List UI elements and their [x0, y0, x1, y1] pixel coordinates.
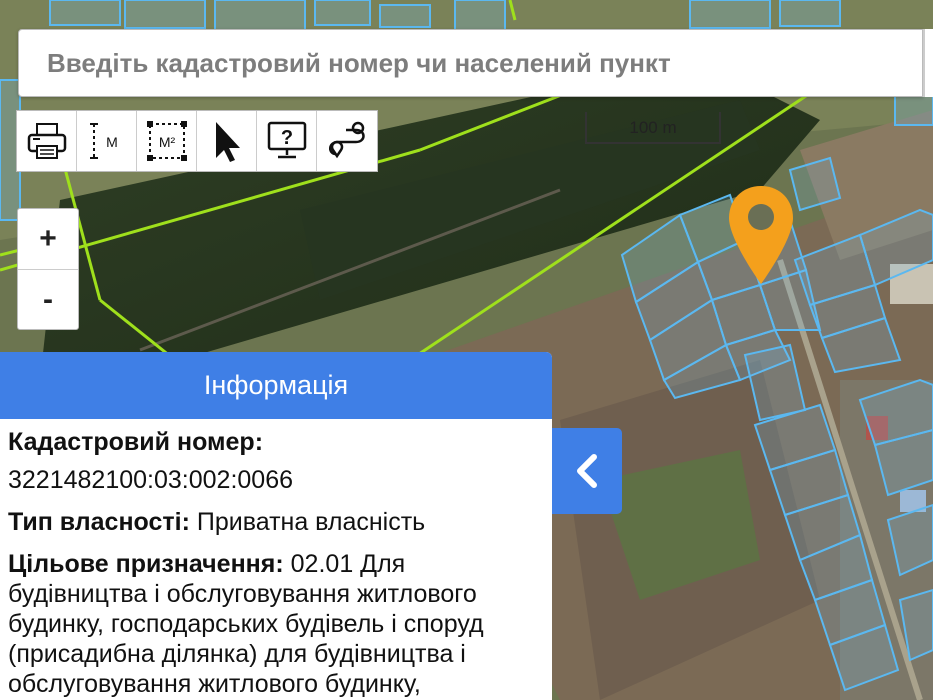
info-panel-title: Інформація: [0, 352, 552, 419]
search-bar: [18, 29, 923, 97]
map-toolbar: М М² ?: [16, 110, 378, 172]
cursor-arrow-icon: [215, 122, 240, 162]
search-input[interactable]: [19, 30, 922, 96]
measure-distance-button[interactable]: М: [77, 111, 137, 171]
cadastral-number-label: Кадастровий номер:: [8, 428, 264, 456]
help-button[interactable]: ?: [257, 111, 317, 171]
select-tool-button[interactable]: [197, 111, 257, 171]
route-button[interactable]: [317, 111, 377, 171]
ownership-type-value: Приватна власність: [196, 508, 426, 536]
help-monitor-icon: ?: [267, 121, 306, 159]
zoom-out-button[interactable]: -: [18, 270, 78, 330]
route-icon: [329, 121, 365, 159]
measure-area-button[interactable]: М²: [137, 111, 197, 171]
search-button[interactable]: [923, 29, 933, 97]
scale-bar: 100 m: [585, 112, 721, 144]
printer-icon: [27, 123, 66, 159]
svg-text:?: ?: [280, 127, 292, 149]
svg-text:М: М: [106, 134, 118, 150]
print-button[interactable]: [17, 111, 77, 171]
svg-text:М²: М²: [158, 134, 175, 150]
ownership-type-label: Тип власності:: [8, 508, 190, 536]
collapse-panel-button[interactable]: [552, 428, 622, 514]
zoom-control: + -: [17, 208, 79, 330]
info-panel: Інформація Кадастровий номер: 3221482100…: [0, 352, 552, 700]
location-pin-icon[interactable]: [727, 184, 795, 288]
info-panel-body: Кадастровий номер: 3221482100:03:002:006…: [0, 419, 552, 699]
measure-distance-icon: М: [89, 123, 118, 159]
zoom-in-button[interactable]: +: [18, 209, 78, 270]
purpose-label: Цільове призначення:: [8, 550, 284, 578]
measure-area-icon: М²: [146, 121, 187, 161]
cadastral-number-value: 3221482100:03:002:0066: [8, 466, 294, 494]
chevron-left-icon: [577, 454, 597, 488]
scale-label: 100 m: [629, 118, 677, 137]
